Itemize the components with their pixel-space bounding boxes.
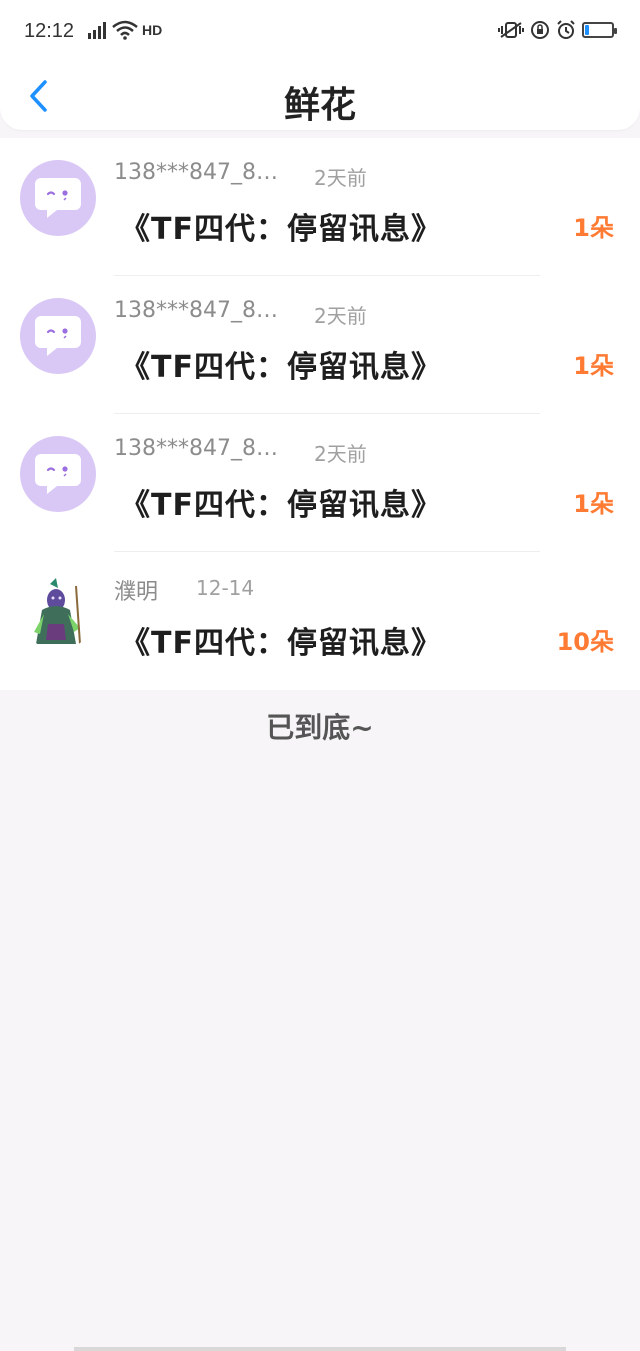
list-item[interactable]: 138***847_8… 2天前 《TF四代：停留讯息》 1朵 bbox=[0, 276, 640, 414]
sent-time: 12-14 bbox=[196, 576, 255, 600]
sent-time: 2天前 bbox=[314, 166, 367, 190]
sent-time: 2天前 bbox=[314, 304, 367, 328]
avatar[interactable] bbox=[20, 436, 96, 512]
list-item[interactable]: 濮明 12-14 《TF四代：停留讯息》 10朵 bbox=[0, 552, 640, 690]
flower-count: 10朵 bbox=[556, 628, 614, 656]
avatar[interactable] bbox=[20, 160, 96, 236]
flower-count: 1朵 bbox=[573, 214, 614, 242]
book-title[interactable]: 《TF四代：停留讯息》 bbox=[120, 618, 442, 662]
vibrate-icon bbox=[498, 22, 524, 38]
character-portrait bbox=[20, 574, 96, 650]
home-indicator[interactable] bbox=[74, 1347, 566, 1351]
user-name: 138***847_8… bbox=[114, 436, 278, 461]
flower-count: 1朵 bbox=[573, 490, 614, 518]
avatar[interactable] bbox=[20, 298, 96, 374]
battery-icon bbox=[582, 22, 617, 38]
status-left-icons: HD bbox=[86, 20, 162, 40]
wifi-icon bbox=[112, 20, 138, 40]
header: 鲜花 bbox=[0, 62, 640, 130]
chat-bubble-icon bbox=[35, 178, 81, 218]
list-item[interactable]: 138***847_8… 2天前 《TF四代：停留讯息》 1朵 bbox=[0, 138, 640, 276]
flower-count: 1朵 bbox=[573, 352, 614, 380]
list-item[interactable]: 138***847_8… 2天前 《TF四代：停留讯息》 1朵 bbox=[0, 414, 640, 552]
status-time: 12:12 bbox=[24, 20, 75, 42]
hd-badge: HD bbox=[142, 22, 163, 38]
user-name: 138***847_8… bbox=[114, 298, 278, 323]
book-title[interactable]: 《TF四代：停留讯息》 bbox=[120, 204, 442, 248]
end-of-list-text: 已到底~ bbox=[266, 711, 374, 744]
chat-bubble-icon bbox=[35, 454, 81, 494]
user-name: 濮明 bbox=[114, 580, 159, 605]
book-title[interactable]: 《TF四代：停留讯息》 bbox=[120, 480, 442, 524]
chat-bubble-icon bbox=[35, 316, 81, 356]
sent-time: 2天前 bbox=[314, 442, 367, 466]
status-bar: 12:12 HD bbox=[0, 0, 640, 62]
flower-list: 138***847_8… 2天前 《TF四代：停留讯息》 1朵 138***84… bbox=[0, 138, 640, 690]
alarm-icon bbox=[557, 20, 575, 39]
battery-level bbox=[585, 25, 589, 35]
rotation-lock-icon bbox=[531, 21, 549, 39]
signal-icon bbox=[88, 22, 106, 39]
status-right-icons bbox=[498, 20, 617, 40]
user-name: 138***847_8… bbox=[114, 160, 278, 185]
avatar[interactable] bbox=[20, 574, 96, 650]
page-title: 鲜花 bbox=[283, 85, 356, 126]
book-title[interactable]: 《TF四代：停留讯息》 bbox=[120, 342, 442, 386]
